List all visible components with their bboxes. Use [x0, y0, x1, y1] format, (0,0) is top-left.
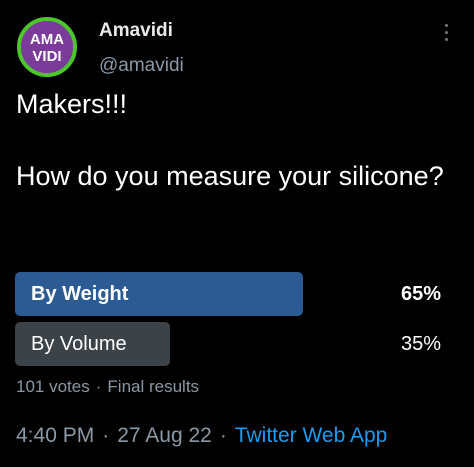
display-name[interactable]: Amavidi [99, 20, 173, 42]
tweet-date[interactable]: 27 Aug 22 [117, 424, 212, 447]
avatar-logo: AMA VIDI [21, 21, 73, 73]
tweet-time[interactable]: 4:40 PM [16, 424, 94, 447]
poll-vote-count: 101 votes [16, 377, 90, 396]
separator-dot: · [95, 377, 102, 396]
tweet-text: Makers!!! How do you measure your silico… [16, 89, 444, 191]
more-icon[interactable] [440, 24, 452, 48]
timestamp-row: 4:40 PM · 27 Aug 22 · Twitter Web App [16, 424, 387, 448]
separator-dot: · [102, 424, 110, 447]
svg-text:AMA: AMA [30, 31, 64, 48]
poll-option-label: By Weight [31, 283, 129, 305]
separator-dot: · [219, 424, 227, 447]
poll-meta: 101 votes · Final results [16, 377, 199, 397]
user-handle[interactable]: @amavidi [99, 55, 184, 77]
poll-status: Final results [107, 377, 200, 396]
poll-option-percent: 65% [400, 283, 441, 305]
source-link[interactable]: Twitter Web App [235, 424, 388, 447]
avatar[interactable]: AMA VIDI [17, 17, 77, 77]
poll-option-by-volume: By Volume [15, 322, 170, 366]
svg-text:VIDI: VIDI [32, 48, 61, 65]
poll-option-percent: 35% [400, 333, 441, 355]
poll-option-by-weight: By Weight [15, 272, 303, 316]
poll-option-label: By Volume [31, 333, 127, 355]
